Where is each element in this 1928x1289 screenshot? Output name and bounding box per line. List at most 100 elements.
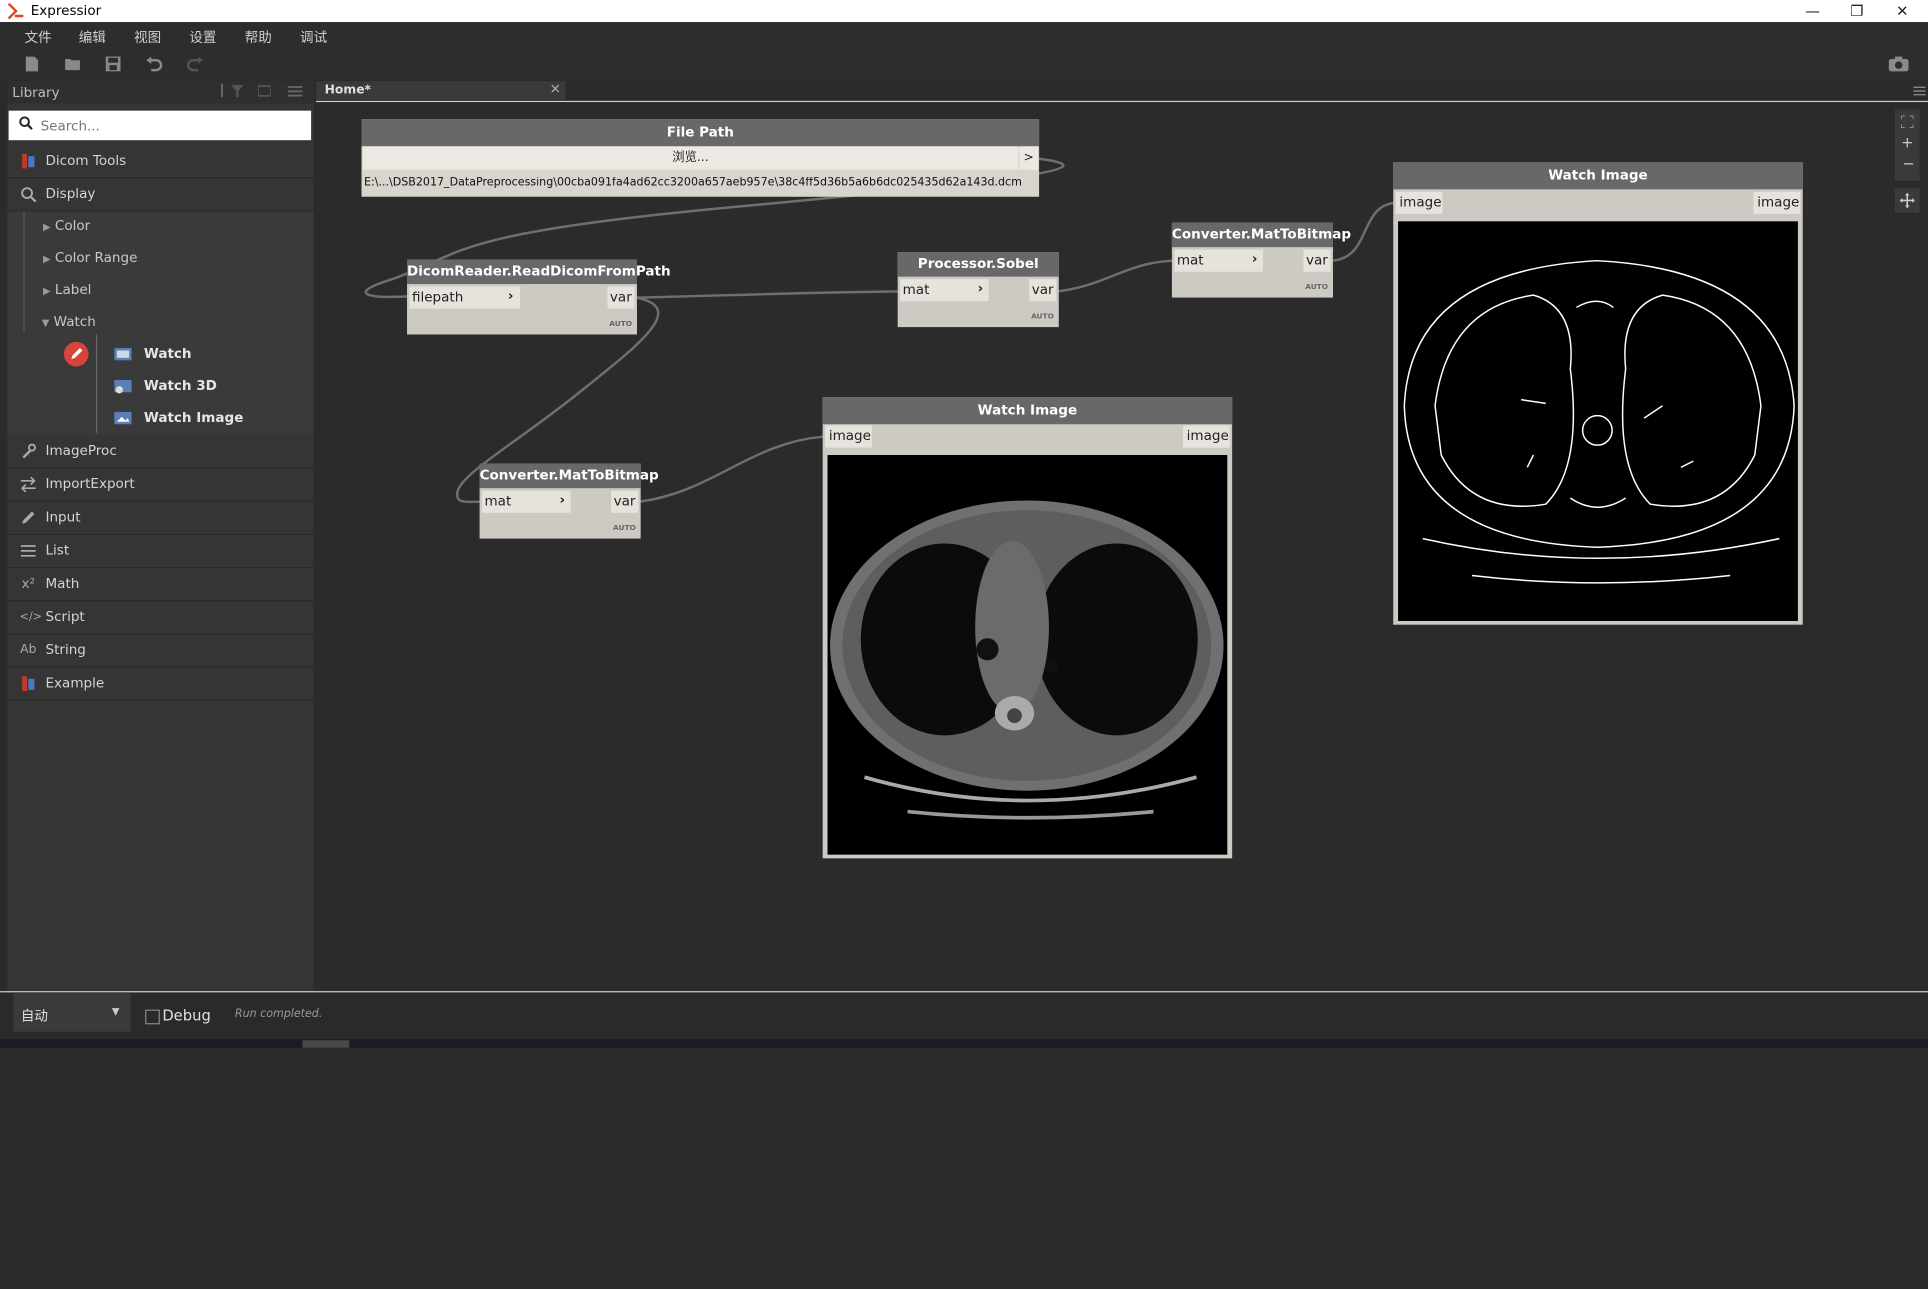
category-label: Script (45, 608, 85, 625)
collapse-arrow-icon: ▼ (41, 317, 50, 329)
node-dicom-reader[interactable]: DicomReader.ReadDicomFromPath filepath ›… (407, 259, 671, 335)
detail-view-icon[interactable] (258, 85, 271, 97)
menu-debug[interactable]: 调试 (300, 27, 327, 47)
input-port-image[interactable]: image (1395, 191, 1443, 214)
category-string[interactable]: Ab String (7, 635, 314, 668)
pan-control[interactable] (1894, 188, 1920, 213)
expand-arrow-icon: ▶ (43, 221, 51, 233)
sub-color[interactable]: ▶ Color (43, 218, 90, 234)
close-button[interactable]: ✕ (1880, 0, 1924, 22)
menu-edit[interactable]: 编辑 (79, 27, 106, 47)
open-file-icon[interactable] (64, 55, 81, 72)
node-converter-bottom[interactable]: Converter.MatToBitmap mat › var AUTO (479, 463, 659, 539)
lacing-badge: AUTO (1305, 282, 1329, 292)
tab-home[interactable]: Home* ✕ (316, 81, 566, 101)
undo-icon[interactable] (145, 55, 163, 72)
library-search[interactable] (8, 110, 312, 141)
category-script[interactable]: </> Script (7, 601, 314, 635)
library-item-watch-image[interactable]: Watch Image (144, 409, 244, 425)
search-input[interactable] (38, 113, 308, 138)
node-file-path[interactable]: File Path 浏览... > E:\...\DSB2017_DataPre… (361, 119, 1040, 197)
output-port-image[interactable]: image (1182, 425, 1230, 448)
library-item-watch-3d[interactable]: Watch 3D (144, 378, 217, 394)
port-label: var (1305, 252, 1328, 269)
category-example[interactable]: Example (7, 668, 314, 701)
category-math[interactable]: x² Math (7, 568, 314, 602)
pan-icon (1899, 193, 1915, 208)
sub-color-range[interactable]: ▶ Color Range (43, 250, 137, 266)
node-processor-sobel[interactable]: Processor.Sobel mat › var AUTO (897, 252, 1059, 328)
browse-button[interactable]: 浏览... (362, 146, 1019, 170)
sub-watch[interactable]: ▼ Watch (42, 314, 96, 330)
category-imageproc[interactable]: ImageProc (7, 435, 314, 469)
category-input[interactable]: Input (7, 502, 314, 535)
tree-line (23, 211, 25, 333)
pencil-badge-icon (63, 341, 89, 367)
category-label: Example (45, 675, 105, 692)
search-icon (19, 116, 33, 130)
camera-icon[interactable] (1888, 55, 1910, 72)
category-display[interactable]: Display (7, 178, 314, 212)
input-port-image[interactable]: image (825, 425, 872, 448)
sub-label: Watch (53, 313, 96, 330)
expressior-logo-icon (7, 2, 24, 20)
toolbar (0, 49, 1928, 79)
chevron-right-icon: › (977, 280, 984, 297)
port-label: image (828, 427, 871, 444)
zoom-in-icon[interactable]: + (1901, 134, 1913, 151)
run-mode-value: 自动 (20, 1008, 48, 1025)
watch-image-icon (114, 411, 132, 425)
new-file-icon[interactable] (23, 55, 40, 72)
minimize-button[interactable]: — (1790, 0, 1834, 22)
restore-button[interactable]: ❐ (1835, 0, 1879, 22)
menu-help[interactable]: 帮助 (245, 27, 272, 47)
lacing-badge: AUTO (609, 319, 633, 329)
category-label: List (45, 542, 70, 559)
list-view-icon[interactable] (287, 85, 303, 97)
output-port-var[interactable]: var (1029, 279, 1057, 302)
input-port-mat[interactable]: mat › (1174, 249, 1263, 272)
chevron-right-icon: › (507, 287, 514, 304)
tab-bar: Home* ✕ (316, 81, 1928, 103)
category-dicom-tools[interactable]: Dicom Tools (7, 145, 314, 179)
example-icon (22, 676, 35, 692)
node-title: Processor.Sobel (897, 252, 1059, 277)
menu-bar: 文件 编辑 视图 设置 帮助 调试 (0, 22, 1928, 50)
tab-menu-icon[interactable] (1913, 85, 1926, 97)
redo-icon[interactable] (186, 55, 204, 72)
output-port-image[interactable]: image (1753, 191, 1801, 214)
node-converter-top[interactable]: Converter.MatToBitmap mat › var AUTO (1171, 222, 1351, 298)
node-watch-image-right[interactable]: Watch Image image image (1393, 162, 1803, 625)
run-status-text: Run completed. (234, 1008, 323, 1021)
port-label: image (1186, 427, 1229, 444)
input-port-filepath[interactable]: filepath › (409, 286, 521, 309)
fit-view-icon[interactable] (1901, 115, 1914, 128)
sub-label-category[interactable]: ▶ Label (43, 282, 91, 298)
output-port-arrow[interactable]: > (1019, 146, 1038, 170)
node-watch-image-center[interactable]: Watch Image image image (822, 397, 1233, 859)
save-icon[interactable] (105, 55, 122, 72)
dicom-icon (22, 153, 35, 169)
lacing-badge: AUTO (612, 523, 636, 533)
menu-file[interactable]: 文件 (25, 27, 52, 47)
input-port-mat[interactable]: mat › (482, 490, 571, 513)
input-port-mat[interactable]: mat › (900, 279, 989, 302)
zoom-out-icon[interactable]: − (1902, 155, 1914, 172)
category-list[interactable]: List (7, 535, 314, 569)
menu-view[interactable]: 视图 (134, 27, 161, 47)
filter-icon[interactable] (231, 84, 244, 98)
debug-checkbox[interactable] (145, 1009, 160, 1025)
output-port-var[interactable]: var (611, 490, 639, 513)
category-importexport[interactable]: ImportExport (7, 469, 314, 502)
close-tab-icon[interactable]: ✕ (550, 81, 561, 97)
output-port-var[interactable]: var (607, 286, 635, 309)
menu-settings[interactable]: 设置 (189, 27, 216, 47)
output-port-var[interactable]: var (1303, 249, 1331, 272)
watch-3d-icon (114, 379, 132, 394)
run-mode-dropdown[interactable]: 自动 ▼ (13, 992, 131, 1032)
sobel-edge-preview-image (1398, 221, 1798, 621)
port-label: image (1399, 194, 1442, 211)
taskbar-item[interactable] (302, 1040, 350, 1048)
chevron-down-icon: ▼ (111, 1005, 120, 1017)
library-item-watch[interactable]: Watch (144, 346, 192, 362)
